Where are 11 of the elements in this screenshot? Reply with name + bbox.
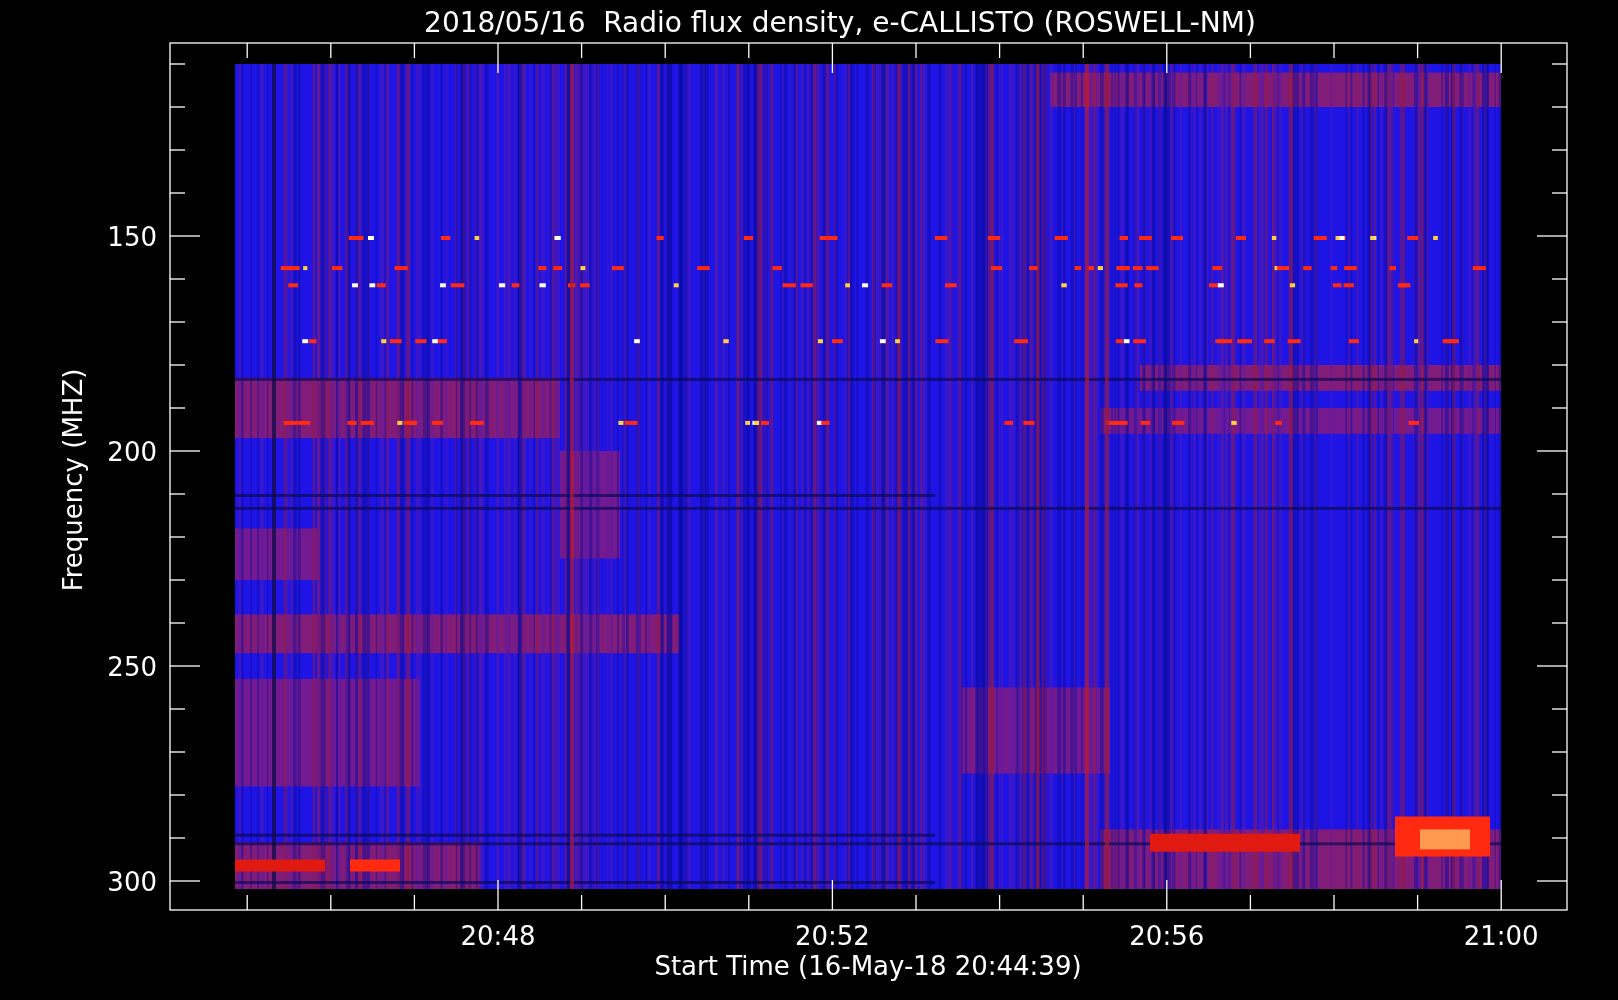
y-tick-label: 300 [107, 867, 157, 897]
y-tick-label: 200 [107, 437, 157, 467]
x-axis-label: Start Time (16-May-18 20:44:39) [654, 951, 1082, 981]
y-tick-label: 150 [107, 222, 157, 252]
y-axis-label: Frequency (MHZ) [58, 368, 88, 592]
chart-title: 2018/05/16 Radio flux density, e-CALLISTO (ROSWELL-NM) [424, 6, 1256, 39]
y-tick-label: 250 [107, 652, 157, 682]
x-tick-label: 21:00 [1463, 921, 1539, 951]
x-tick-label: 20:56 [1129, 921, 1205, 951]
x-tick-label: 20:48 [460, 921, 536, 951]
x-tick-label: 20:52 [794, 921, 870, 951]
